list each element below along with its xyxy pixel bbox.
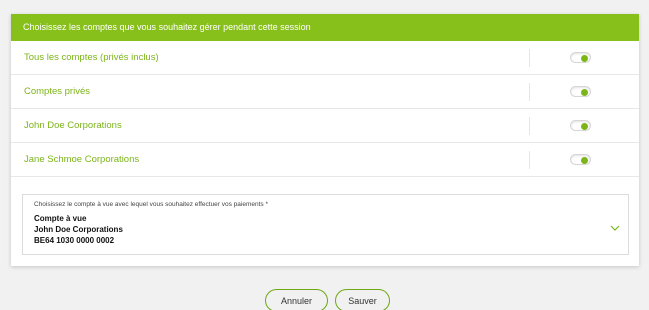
account-label-john-doe: John Doe Corporations: [24, 120, 122, 131]
toggle-private-accounts[interactable]: [570, 86, 591, 97]
account-row-jane-schmoe: Jane Schmoe Corporations: [11, 143, 639, 177]
card-header-title: Choisissez les comptes que vous souhaite…: [23, 22, 311, 32]
account-label-jane-schmoe: Jane Schmoe Corporations: [24, 154, 140, 165]
toggle-knob: [581, 122, 588, 130]
account-selection-card: Choisissez les comptes que vous souhaite…: [11, 14, 639, 266]
toggle-knob: [581, 88, 588, 96]
toggle-knob: [581, 156, 588, 164]
toggle-jane-schmoe-corporations[interactable]: [570, 154, 591, 165]
save-button[interactable]: Sauver: [335, 289, 390, 310]
account-label-all: Tous les comptes (privés inclus): [24, 52, 159, 63]
card-header: Choisissez les comptes que vous souhaite…: [11, 14, 639, 41]
payment-account-select[interactable]: Choisissez le compte à vue avec lequel v…: [22, 194, 629, 255]
row-divider: [529, 151, 530, 169]
action-buttons: Annuler Sauver: [0, 289, 649, 310]
row-divider: [529, 117, 530, 135]
row-divider: [529, 83, 530, 101]
account-label-private: Comptes privés: [24, 86, 90, 97]
row-divider: [529, 49, 530, 67]
payment-account-holder: John Doe Corporations: [34, 225, 123, 234]
payment-account-iban: BE64 1030 0000 0002: [34, 236, 115, 245]
toggle-knob: [581, 54, 588, 62]
payment-account-label: Choisissez le compte à vue avec lequel v…: [34, 201, 269, 208]
chevron-down-icon: [610, 218, 620, 236]
toggle-all-accounts[interactable]: [570, 52, 591, 63]
cancel-button[interactable]: Annuler: [265, 289, 328, 310]
account-row-private: Comptes privés: [11, 75, 639, 109]
account-row-all: Tous les comptes (privés inclus): [11, 41, 639, 75]
toggle-john-doe-corporations[interactable]: [570, 120, 591, 131]
payment-account-type: Compte à vue: [34, 214, 87, 223]
account-row-john-doe: John Doe Corporations: [11, 109, 639, 143]
